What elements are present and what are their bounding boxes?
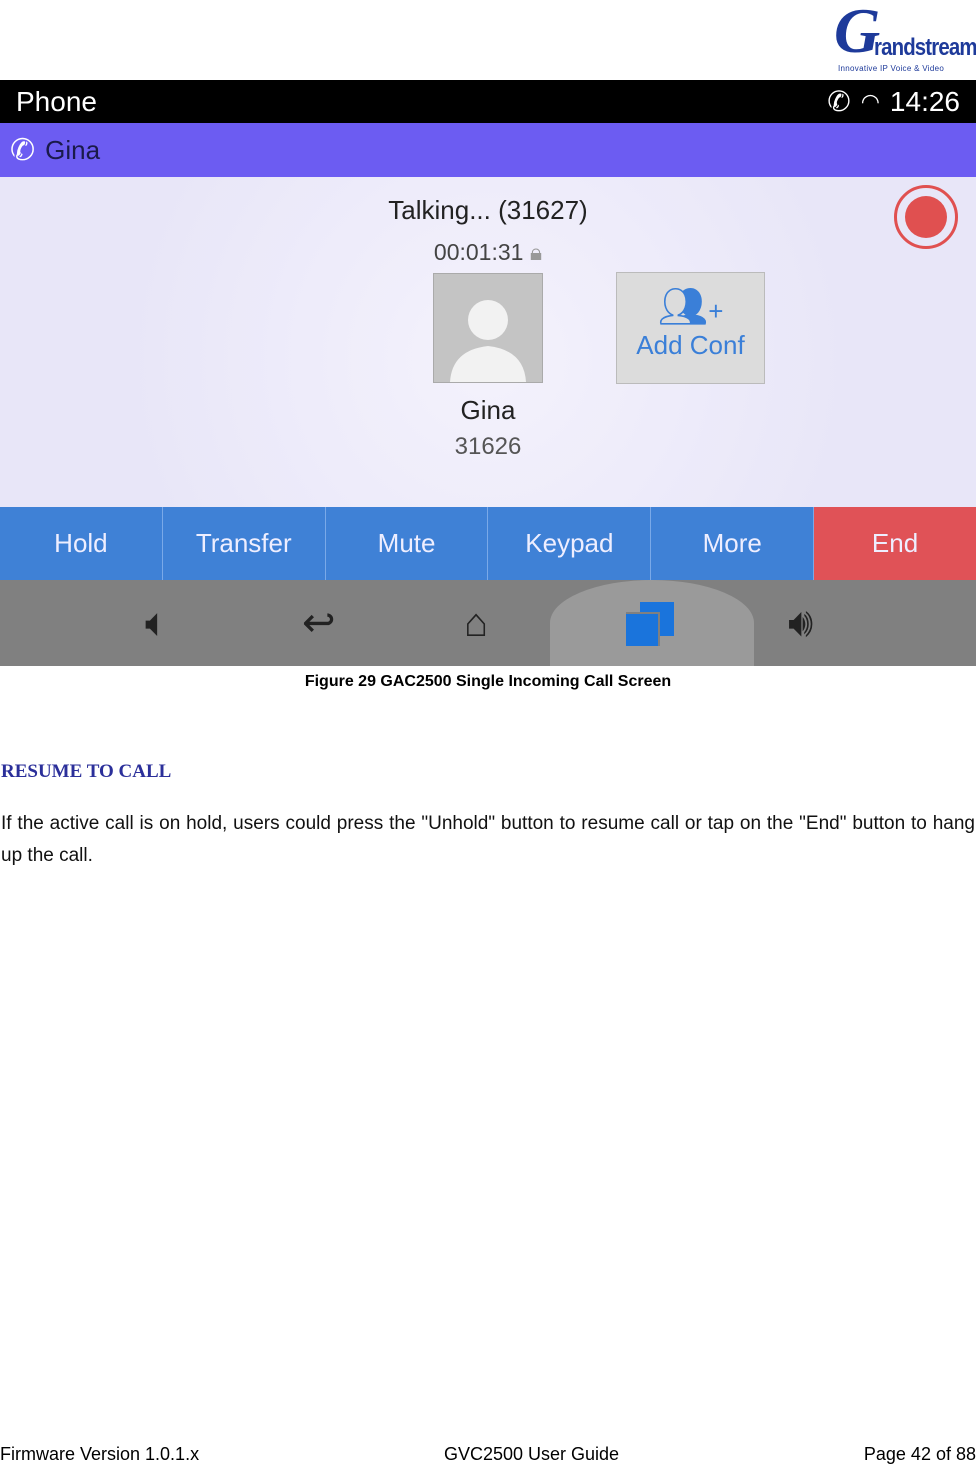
caller-number: 31626 (454, 433, 522, 460)
section-body: If the active call is on hold, users cou… (1, 813, 975, 866)
more-button[interactable]: More (651, 507, 815, 580)
wifi-icon: ◠ (860, 88, 880, 114)
firmware-version: Firmware Version 1.0.1.x (0, 1444, 200, 1464)
call-screen-screenshot: Phone ✆ ◠ 14:26 ✆ Gina Talking... (31627… (0, 80, 976, 666)
add-people-icon: 👥︎+ (657, 285, 724, 329)
call-message-icon: ✆ (10, 133, 36, 167)
grandstream-logo: Grandstream Innovative IP Voice & Video (834, 0, 976, 73)
recent-apps-icon[interactable] (626, 602, 676, 646)
guide-title: GVC2500 User Guide (443, 1444, 620, 1464)
call-actions: Hold Transfer Mute Keypad More End (0, 507, 976, 580)
home-icon[interactable]: ⌂ (464, 601, 488, 646)
clock: 14:26 (889, 85, 960, 117)
volume-up-icon[interactable]: 🔊︎ (788, 601, 813, 646)
section-heading: RESUME TO CALL (1, 761, 172, 782)
add-conf-button[interactable]: 👥︎+ Add Conf (616, 272, 765, 384)
record-button[interactable] (894, 185, 958, 249)
status-bar: Phone ✆ ◠ 14:26 (0, 80, 976, 123)
call-panel: Talking... (31627) 00:01:31 🔒︎ 👥︎+ Add C… (0, 177, 976, 507)
avatar (433, 273, 543, 383)
call-icon: ✆ (827, 86, 851, 117)
call-duration: 00:01:31 🔒︎ (433, 239, 543, 265)
keypad-button[interactable]: Keypad (488, 507, 652, 580)
call-status: Talking... (31627) (388, 195, 588, 225)
contact-name: Gina (45, 134, 101, 165)
record-icon (905, 196, 947, 238)
caller-name: Gina (460, 395, 516, 425)
navigation-bar: 🔈︎ ↩ ⌂ 🔊︎ (0, 580, 976, 666)
page-number: Page 42 of 88 (863, 1444, 976, 1464)
volume-down-icon[interactable]: 🔈︎ (145, 601, 169, 646)
person-icon (450, 300, 526, 382)
app-title: Phone (16, 85, 97, 117)
figure-caption: Figure 29 GAC2500 Single Incoming Call S… (304, 673, 672, 690)
transfer-button[interactable]: Transfer (162, 507, 326, 580)
mute-button[interactable]: Mute (325, 507, 489, 580)
back-icon[interactable]: ↩ (302, 600, 336, 646)
hold-button[interactable]: Hold (0, 507, 163, 580)
page-footer: Firmware Version 1.0.1.x GVC2500 User Gu… (0, 1444, 976, 1465)
call-header: ✆ Gina (0, 123, 976, 177)
end-button[interactable]: End (814, 507, 976, 580)
lock-icon: 🔒︎ (529, 239, 543, 265)
